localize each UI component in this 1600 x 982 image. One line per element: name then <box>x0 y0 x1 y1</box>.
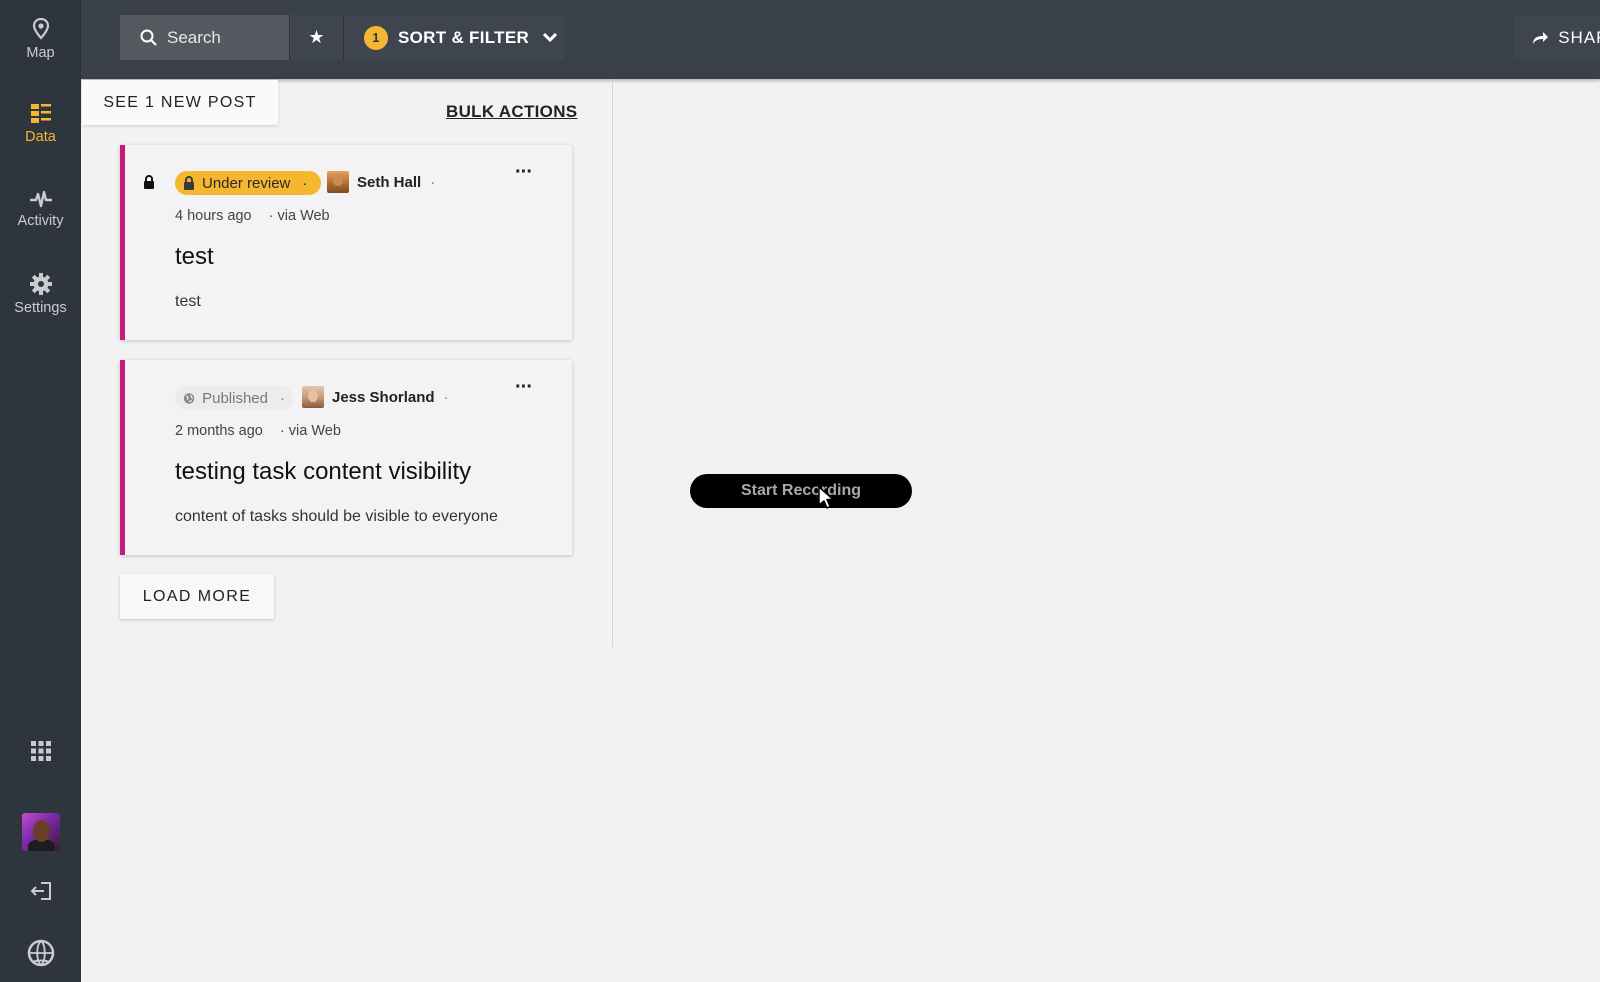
post-author: Seth Hall · <box>327 171 435 193</box>
post-body: content of tasks should be visible to ev… <box>175 508 498 525</box>
logout-icon <box>30 882 51 900</box>
globe-logo-icon <box>27 939 54 967</box>
author-name: Seth Hall <box>357 173 422 191</box>
lock-icon <box>184 176 194 190</box>
post-title: testing task content visibility <box>175 458 472 485</box>
load-more-button[interactable]: LOAD MORE <box>120 574 274 619</box>
post-time: 2 months ago <box>175 423 263 439</box>
post-source: via Web <box>288 423 341 439</box>
sort-filter-button[interactable]: 1 SORT & FILTER <box>343 15 564 60</box>
logout-button[interactable] <box>0 882 81 900</box>
post-options-button[interactable]: ··· <box>515 162 533 182</box>
separator-dot: · <box>443 388 449 406</box>
nav-item-data[interactable]: Data <box>0 104 81 145</box>
post-meta: 4 hours ago · via Web <box>175 208 330 224</box>
post-title: test <box>175 243 214 270</box>
status-badge[interactable]: Published · <box>175 386 293 410</box>
status-badge[interactable]: Under review · <box>175 171 321 195</box>
search-icon <box>140 29 157 46</box>
top-bar: Search ★ 1 SORT & FILTER SHARE <box>81 0 1600 79</box>
bulk-actions-link[interactable]: BULK ACTIONS <box>446 102 577 122</box>
lock-icon <box>144 175 154 189</box>
author-avatar <box>327 171 349 193</box>
post-source: via Web <box>277 208 330 224</box>
nav-item-map[interactable]: Map <box>0 18 81 61</box>
author-name: Jess Shorland <box>332 388 435 406</box>
post-options-button[interactable]: ··· <box>515 377 533 397</box>
separator-dot: · <box>302 174 308 192</box>
user-avatar-button[interactable] <box>0 813 81 851</box>
column-divider <box>612 79 613 647</box>
post-meta: 2 months ago · via Web <box>175 423 341 439</box>
see-new-post-button[interactable]: SEE 1 NEW POST <box>82 80 278 125</box>
separator-dot: · <box>268 208 274 224</box>
nav-label-data: Data <box>25 129 56 145</box>
sidebar: Map Data Activity Settings <box>0 0 81 982</box>
map-pin-icon <box>32 18 49 40</box>
mouse-cursor-icon <box>818 486 834 509</box>
nav-label-map: Map <box>26 45 55 61</box>
nav-label-settings: Settings <box>14 300 67 316</box>
author-avatar <box>302 386 324 408</box>
nav-item-activity[interactable]: Activity <box>0 190 81 229</box>
post-card[interactable]: Published · Jess Shorland · ··· 2 months… <box>120 360 572 555</box>
data-list-icon <box>30 104 51 123</box>
platform-logo[interactable] <box>0 938 81 968</box>
share-label: SHARE <box>1558 27 1600 47</box>
apps-grid-button[interactable] <box>0 741 81 761</box>
globe-icon <box>183 392 195 404</box>
status-label: Published <box>202 389 268 407</box>
nav-item-settings[interactable]: Settings <box>0 273 81 316</box>
separator-dot: · <box>280 389 285 407</box>
post-time: 4 hours ago <box>175 208 252 224</box>
apps-grid-icon <box>30 741 51 761</box>
start-recording-button[interactable]: Start Recording <box>690 474 912 508</box>
star-icon: ★ <box>308 27 325 47</box>
share-button[interactable]: SHARE <box>1514 15 1600 60</box>
separator-dot: · <box>279 423 285 439</box>
nav-label-activity: Activity <box>17 213 64 229</box>
filter-count-badge: 1 <box>364 25 388 50</box>
separator-dot: · <box>430 173 436 191</box>
post-body: test <box>175 293 201 310</box>
status-label: Under review <box>202 174 291 192</box>
activity-pulse-icon <box>29 190 52 208</box>
avatar <box>21 813 60 851</box>
search-placeholder: Search <box>167 27 221 47</box>
search-input[interactable]: Search <box>120 15 289 60</box>
post-author: Jess Shorland · <box>302 386 449 408</box>
chevron-down-icon <box>543 32 558 42</box>
post-card[interactable]: Under review · Seth Hall · ··· 4 hours a… <box>120 145 572 340</box>
gear-icon <box>29 273 52 295</box>
favorites-button[interactable]: ★ <box>289 15 343 60</box>
sort-filter-label: SORT & FILTER <box>398 27 530 47</box>
share-arrow-icon <box>1533 31 1549 44</box>
